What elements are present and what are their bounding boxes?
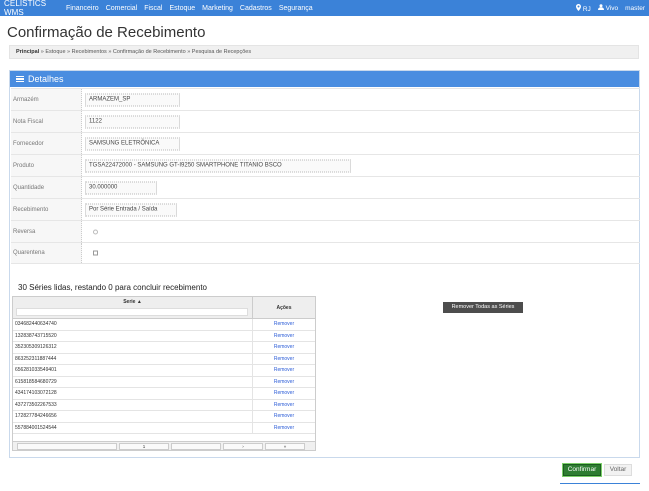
table-header: Serie ▲ Ações bbox=[13, 297, 315, 319]
table-row: 034682440634740 Remover bbox=[13, 319, 315, 331]
nav-comercial[interactable]: Comercial bbox=[106, 5, 138, 12]
page-title: Confirmação de Recebimento bbox=[7, 24, 206, 41]
row-quarentena: Quarentena bbox=[11, 242, 640, 264]
brand-logo[interactable]: CELISTICS WMS bbox=[0, 0, 64, 17]
user-name[interactable]: master bbox=[625, 5, 645, 12]
table-row: 863252311887444 Remover bbox=[13, 353, 315, 365]
table-row: 656281033549401 Remover bbox=[13, 365, 315, 377]
table-row: 352305309126312 Remover bbox=[13, 342, 315, 354]
table-row: 437273502267533 Remover bbox=[13, 399, 315, 411]
breadcrumb: Principal » Estoque » Recebimentos » Con… bbox=[9, 45, 639, 59]
user-icon bbox=[597, 4, 604, 10]
serie-header-label: Serie ▲ bbox=[123, 299, 142, 305]
row-recebimento: Recebimento Por Série Entrada / Saída bbox=[11, 198, 640, 220]
nav-financeiro[interactable]: Financeiro bbox=[66, 5, 99, 12]
back-button[interactable]: Voltar bbox=[604, 464, 632, 476]
row-reversa: Reversa bbox=[11, 220, 640, 242]
remove-link[interactable]: Remover bbox=[253, 342, 315, 353]
row-fornecedor: Fornecedor SAMSUNG ELETRÔNICA bbox=[11, 132, 640, 154]
list-icon bbox=[16, 75, 24, 83]
column-header-serie[interactable]: Serie ▲ bbox=[13, 297, 253, 318]
nav-fiscal[interactable]: Fiscal bbox=[144, 5, 162, 12]
remove-link[interactable]: Remover bbox=[253, 377, 315, 388]
row-nota-fiscal: Nota Fiscal 1122 bbox=[11, 110, 640, 132]
table-row: 615818584680729 Remover bbox=[13, 376, 315, 388]
produto-label: Produto bbox=[11, 155, 82, 176]
pager-next[interactable]: › bbox=[223, 442, 263, 450]
quarentena-label: Quarentena bbox=[11, 243, 82, 263]
nota-fiscal-field[interactable]: 1122 bbox=[85, 115, 180, 128]
pager-last[interactable]: » bbox=[265, 442, 305, 450]
remove-link[interactable]: Remover bbox=[253, 331, 315, 342]
armazem-field[interactable]: ARMAZEM_SP bbox=[85, 93, 180, 106]
serie-cell: 034682440634740 bbox=[13, 319, 253, 330]
row-quantidade: Quantidade 30.000000 bbox=[11, 176, 640, 198]
table-row: 557884001524544 Remover bbox=[13, 422, 315, 434]
pager-page-number[interactable]: 1 bbox=[119, 442, 169, 450]
serie-cell: 132838743715520 bbox=[13, 330, 253, 341]
series-table: Serie ▲ Ações 034682440634740 Remover 132… bbox=[12, 296, 316, 451]
remove-link[interactable]: Remover bbox=[253, 354, 315, 365]
pager-input[interactable] bbox=[171, 442, 221, 450]
fornecedor-label: Fornecedor bbox=[11, 133, 82, 154]
nav-seguranca[interactable]: Segurança bbox=[279, 5, 313, 12]
serie-cell: 172827784246656 bbox=[13, 411, 253, 422]
reversa-label: Reversa bbox=[11, 221, 82, 242]
remove-all-series-button[interactable]: Remover Todas as Séries bbox=[443, 302, 523, 313]
breadcrumb-root[interactable]: Principal bbox=[16, 49, 39, 55]
quantidade-label: Quantidade bbox=[11, 177, 82, 198]
table-row: 132838743715520 Remover bbox=[13, 330, 315, 342]
row-produto: Produto TGSA22472000 - SAMSUNG GT-I9250 … bbox=[11, 154, 640, 176]
remove-link[interactable]: Remover bbox=[253, 388, 315, 399]
panel-header: Detalhes bbox=[10, 71, 639, 87]
location-indicator[interactable]: RJ bbox=[576, 3, 591, 13]
divider bbox=[560, 483, 640, 484]
armazem-label: Armazém bbox=[11, 89, 82, 110]
top-navbar: CELISTICS WMS Financeiro Comercial Fisca… bbox=[0, 0, 649, 17]
row-armazem: Armazém ARMAZEM_SP bbox=[11, 88, 640, 110]
confirm-button[interactable]: Confirmar bbox=[562, 463, 602, 477]
serie-cell: 656281033549401 bbox=[13, 365, 253, 376]
recebimento-select[interactable]: Por Série Entrada / Saída bbox=[85, 203, 177, 216]
user-area: RJ Vivo master bbox=[576, 0, 645, 16]
map-pin-icon bbox=[576, 3, 582, 11]
location-label: RJ bbox=[582, 5, 591, 13]
nav-marketing[interactable]: Marketing bbox=[202, 5, 233, 12]
series-summary: 30 Séries lidas, restando 0 para conclui… bbox=[18, 283, 207, 292]
remove-link[interactable]: Remover bbox=[253, 319, 315, 330]
column-header-acoes: Ações bbox=[276, 305, 292, 311]
panel-title: Detalhes bbox=[28, 74, 64, 84]
status-label: Vivo bbox=[605, 5, 619, 12]
table-row: 434174103072128 Remover bbox=[13, 388, 315, 400]
serie-cell: 863252311887444 bbox=[13, 353, 253, 364]
serie-cell: 437273502267533 bbox=[13, 399, 253, 410]
produto-field[interactable]: TGSA22472000 - SAMSUNG GT-I9250 SMARTPHO… bbox=[85, 159, 351, 172]
remove-link[interactable]: Remover bbox=[253, 423, 315, 434]
recebimento-label: Recebimento bbox=[11, 199, 82, 220]
breadcrumb-path[interactable]: » Estoque » Recebimentos » Confirmação d… bbox=[39, 49, 251, 55]
table-row: 172827784246656 Remover bbox=[13, 411, 315, 423]
main-nav: Financeiro Comercial Fiscal Estoque Mark… bbox=[64, 5, 313, 12]
serie-cell: 615818584680729 bbox=[13, 376, 253, 387]
reversa-radio[interactable] bbox=[93, 229, 98, 234]
nav-estoque[interactable]: Estoque bbox=[169, 5, 195, 12]
status-indicator[interactable]: Vivo bbox=[597, 4, 619, 12]
remove-link[interactable]: Remover bbox=[253, 411, 315, 422]
nota-fiscal-label: Nota Fiscal bbox=[11, 111, 82, 132]
quarentena-checkbox[interactable] bbox=[93, 250, 98, 256]
serie-cell: 352305309126312 bbox=[13, 342, 253, 353]
serie-cell: 434174103072128 bbox=[13, 388, 253, 399]
quantidade-field[interactable]: 30.000000 bbox=[85, 181, 157, 194]
pager-first[interactable] bbox=[17, 442, 117, 450]
table-pager: 1 › » bbox=[13, 441, 315, 450]
nav-cadastros[interactable]: Cadastros bbox=[240, 5, 272, 12]
fornecedor-field[interactable]: SAMSUNG ELETRÔNICA bbox=[85, 137, 180, 150]
remove-link[interactable]: Remover bbox=[253, 400, 315, 411]
serie-filter-input[interactable] bbox=[16, 308, 248, 316]
remove-link[interactable]: Remover bbox=[253, 365, 315, 376]
serie-cell: 557884001524544 bbox=[13, 422, 253, 433]
